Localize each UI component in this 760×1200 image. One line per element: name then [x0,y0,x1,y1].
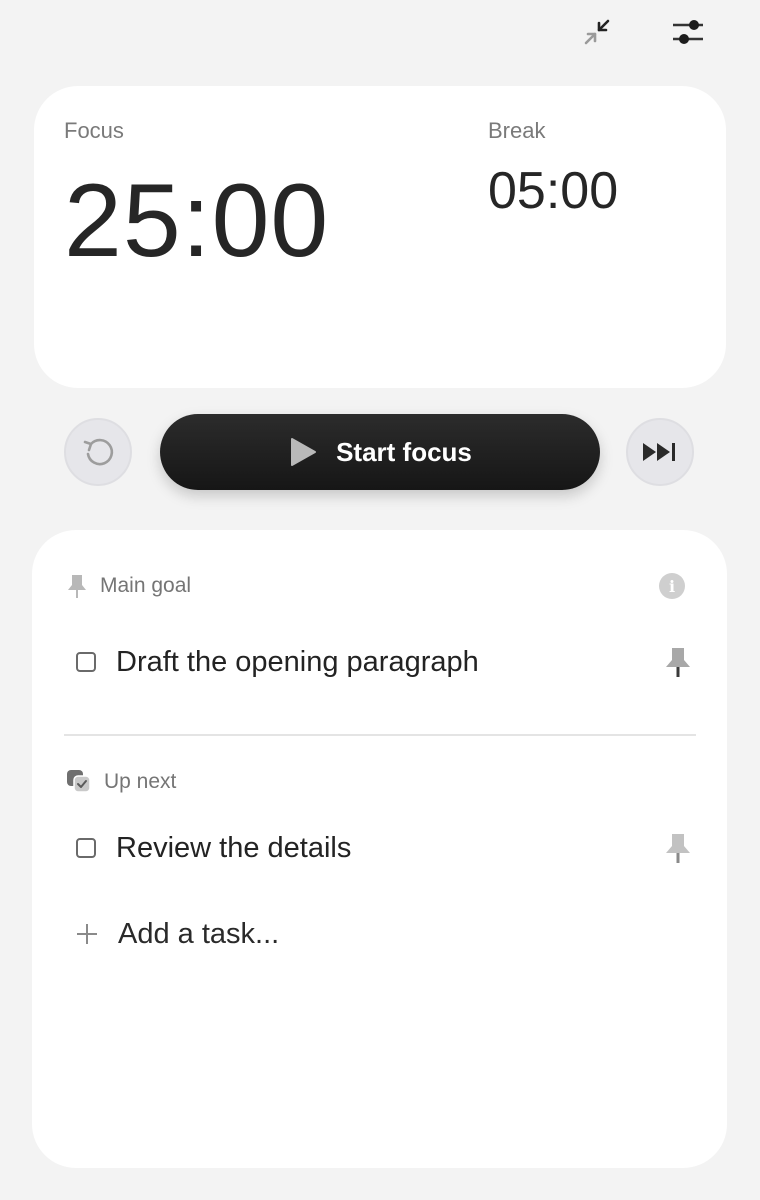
collapse-arrows-icon [584,19,610,45]
skip-button[interactable] [626,418,694,486]
task-text[interactable]: Review the details [116,832,660,865]
timer-card: Focus 25:00 Break 05:00 [34,86,726,388]
main-goal-title: Main goal [100,574,192,597]
top-toolbar [0,0,760,70]
sliders-icon [673,20,703,44]
pin-icon [666,834,690,863]
main-goal-header: Main goal [66,571,191,601]
task-checkbox[interactable] [76,838,96,858]
pin-task-button[interactable] [660,828,696,868]
pin-icon [68,575,86,598]
tasks-card: Main goal i Draft the opening paragraph … [32,530,727,1168]
plus-icon [77,924,97,944]
focus-time[interactable]: 25:00 [64,164,329,279]
start-focus-label: Start focus [336,436,472,467]
section-divider [64,734,696,736]
skip-forward-icon [643,443,675,461]
reset-button[interactable] [64,418,132,486]
start-focus-button[interactable]: Start focus [160,414,600,490]
task-row[interactable]: Draft the opening paragraph [76,640,696,684]
pin-icon [666,648,690,677]
stacked-check-icon [67,770,91,793]
collapse-button[interactable] [575,10,619,54]
settings-button[interactable] [666,10,710,54]
add-task-input[interactable]: Add a task... [118,918,279,951]
unpin-task-button[interactable] [660,642,696,682]
info-button[interactable]: i [659,573,685,599]
up-next-header: Up next [66,767,176,797]
task-checkbox[interactable] [76,652,96,672]
task-row[interactable]: Review the details [76,826,696,870]
add-task-row[interactable]: Add a task... [76,912,279,956]
focus-label: Focus [64,118,124,143]
break-label: Break [488,118,546,143]
info-icon: i [668,576,676,596]
up-next-title: Up next [104,770,177,793]
task-text[interactable]: Draft the opening paragraph [116,646,660,679]
reset-icon [83,438,114,466]
timer-controls: Start focus [0,412,760,492]
play-icon [291,438,317,466]
break-time[interactable]: 05:00 [488,162,618,222]
